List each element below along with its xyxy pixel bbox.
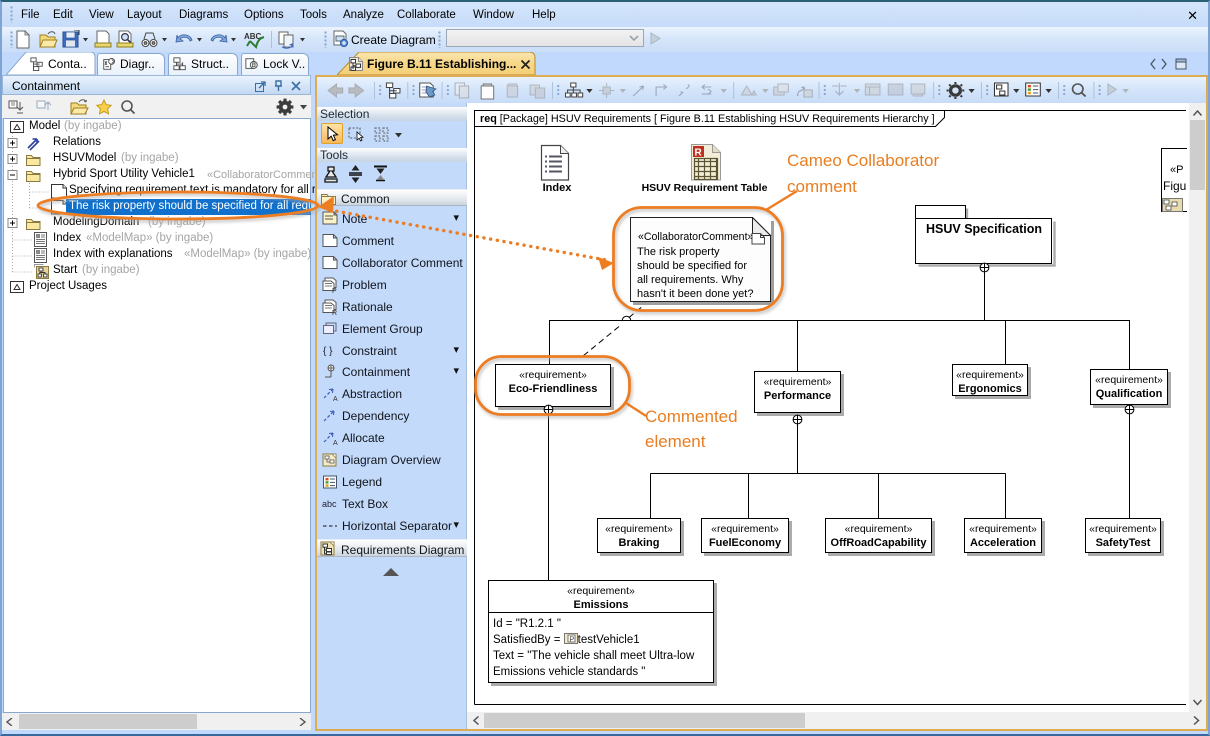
svg-text:{ }: { } — [323, 346, 333, 357]
svg-text:abc: abc — [322, 499, 337, 509]
svg-text:P: P — [332, 288, 337, 293]
svg-text:R: R — [332, 310, 337, 315]
svg-text:A: A — [333, 440, 338, 446]
svg-text:A: A — [333, 396, 338, 402]
